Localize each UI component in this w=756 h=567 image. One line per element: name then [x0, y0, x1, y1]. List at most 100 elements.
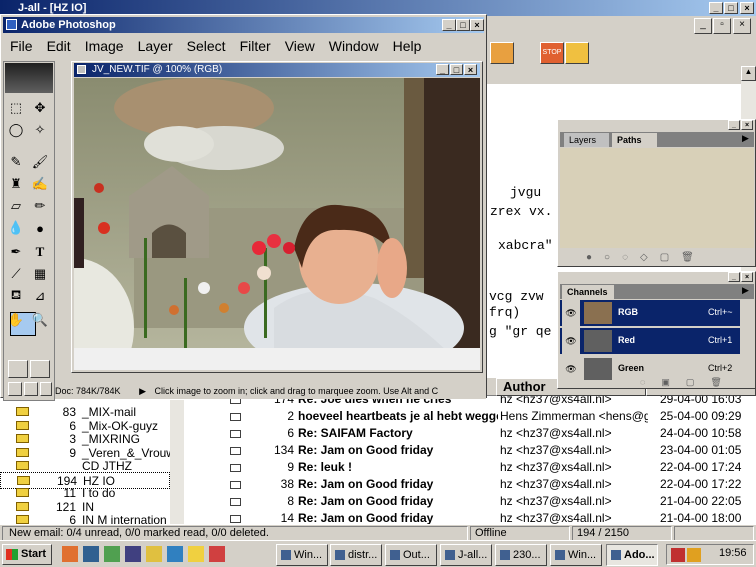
toolbar-tower-icon[interactable] [565, 42, 589, 64]
tab-channels[interactable]: Channels [562, 285, 614, 299]
gradient-tool-icon[interactable]: ▦ [29, 263, 51, 285]
status-offline: Offline [470, 526, 570, 541]
channel-row[interactable]: 👁 RGB Ctrl+~ [560, 300, 740, 326]
menu-item-file[interactable]: File [3, 35, 40, 57]
task-icon [281, 550, 291, 561]
stamp-tool-icon[interactable]: ♜ [5, 173, 27, 195]
standard-mode-button[interactable] [8, 360, 28, 378]
marquee-tool-icon[interactable]: ⬚ [5, 97, 27, 119]
channel-row[interactable]: 👁 Red Ctrl+1 [560, 328, 740, 354]
toolbar-mail-icon[interactable] [490, 42, 514, 64]
menu-item-layer[interactable]: Layer [131, 35, 180, 57]
menu-item-edit[interactable]: Edit [40, 35, 78, 57]
scroll-up-button[interactable]: ▲ [741, 66, 756, 81]
outer-maximize-button[interactable]: □ [724, 2, 738, 14]
quicklaunch-icon[interactable] [146, 546, 162, 562]
eye-icon[interactable]: 👁 [562, 300, 580, 326]
measure-tool-icon[interactable]: ⟋ [5, 263, 27, 285]
type-tool-icon[interactable]: T [29, 241, 51, 263]
start-button[interactable]: Start [2, 544, 52, 565]
folder-scrollbar[interactable] [170, 400, 184, 525]
mail-date: 22-04-00 17:22 [660, 477, 742, 491]
quicklaunch-icon[interactable] [83, 546, 99, 562]
doc-minimize-button[interactable]: _ [436, 64, 449, 75]
layers-panel-minimize-button[interactable]: _ [728, 120, 740, 130]
eyedropper-icon[interactable]: ⊿ [29, 285, 51, 307]
airbrush-icon[interactable]: ✎ [5, 151, 27, 173]
taskbar-button[interactable]: Ado... [606, 544, 658, 566]
windows-logo-icon [6, 549, 18, 560]
pen-tool-icon[interactable]: ✒ [5, 241, 27, 263]
mdi-restore-button[interactable]: ▫ [713, 18, 731, 34]
photo-canvas[interactable] [74, 78, 480, 370]
ps-minimize-button[interactable]: _ [442, 19, 456, 31]
zoom-tool-icon[interactable]: 🔍 [29, 309, 51, 331]
taskbar-button[interactable]: J-all... [440, 544, 492, 566]
layers-panel-titlebar[interactable] [559, 121, 754, 131]
quicklaunch-icon[interactable] [62, 546, 78, 562]
ps-close-button[interactable]: × [470, 19, 484, 31]
quicklaunch-icon[interactable] [104, 546, 120, 562]
menu-item-filter[interactable]: Filter [233, 35, 278, 57]
doc-maximize-button[interactable]: □ [450, 64, 463, 75]
mail-row[interactable]: 9 Re: leuk ! hz <hz37@xs4all.nl> 22-04-00 1… [186, 459, 752, 476]
ps-title-bar[interactable]: Adobe Photoshop [3, 17, 484, 33]
eye-icon[interactable]: 👁 [562, 328, 580, 354]
history-brush-icon[interactable]: ✍ [29, 173, 51, 195]
move-tool-icon[interactable]: ✥ [29, 97, 51, 119]
taskbar-button[interactable]: Win... [550, 544, 602, 566]
blur-tool-icon[interactable]: 💧 [5, 217, 27, 239]
mdi-close-button[interactable]: × [733, 18, 751, 34]
ps-status-arrow-icon[interactable]: ▶ [123, 386, 152, 396]
quicklaunch-icon[interactable] [125, 546, 141, 562]
taskbar-button[interactable]: Out... [385, 544, 437, 566]
menu-item-select[interactable]: Select [180, 35, 233, 57]
menu-item-window[interactable]: Window [322, 35, 386, 57]
full-screen-button[interactable] [24, 382, 38, 396]
paint-bucket-icon[interactable]: ⛾ [5, 285, 27, 307]
tray-icon[interactable] [687, 548, 701, 562]
taskbar-button[interactable]: distr... [330, 544, 382, 566]
eraser-icon[interactable]: ▱ [5, 195, 27, 217]
menu-item-view[interactable]: View [278, 35, 322, 57]
dodge-tool-icon[interactable]: ● [29, 217, 51, 239]
quicklaunch-icon[interactable] [209, 546, 225, 562]
channels-menu-arrow-icon[interactable]: ▶ [742, 285, 749, 296]
outer-minimize-button[interactable]: _ [709, 2, 723, 14]
quicklaunch-icon[interactable] [188, 546, 204, 562]
mail-row[interactable]: 14 Re: Jam on Good friday hz <hz37@xs4all.… [186, 510, 752, 525]
quickmask-mode-button[interactable] [30, 360, 50, 378]
panel-menu-arrow-icon[interactable]: ▶ [742, 133, 749, 144]
mail-row[interactable]: 38 Re: Jam on Good friday hz <hz37@xs4all.… [186, 476, 752, 493]
mail-row[interactable]: 2 hoeveel heartbeats je al hebt wegge Hens… [186, 408, 752, 425]
mail-date: 21-04-00 22:05 [660, 494, 742, 508]
mail-row[interactable]: 134 Re: Jam on Good friday hz <hz37@xs4all… [186, 442, 752, 459]
quicklaunch-icon[interactable] [167, 546, 183, 562]
mdi-minimize-button[interactable]: _ [694, 18, 712, 34]
menu-item-image[interactable]: Image [78, 35, 131, 57]
channels-panel-minimize-button[interactable]: _ [728, 272, 740, 282]
mail-row[interactable]: 6 Re: SAIFAM Factory hz <hz37@xs4all.nl> 24… [186, 425, 752, 442]
lasso-tool-icon[interactable]: ◯ [5, 119, 27, 141]
channels-panel-titlebar[interactable] [559, 273, 754, 283]
mail-row[interactable]: 8 Re: Jam on Good friday hz <hz37@xs4all.n… [186, 493, 752, 510]
paintbrush-icon[interactable]: 🖌 [29, 151, 51, 173]
taskbar-button[interactable]: Win... [276, 544, 328, 566]
full-screen-black-button[interactable] [40, 382, 52, 396]
doc-close-button[interactable]: × [464, 64, 477, 75]
tray-icon[interactable] [671, 548, 685, 562]
tab-paths[interactable]: Paths [612, 133, 657, 147]
taskbar-button[interactable]: 230... [495, 544, 547, 566]
ps-maximize-button[interactable]: □ [456, 19, 470, 31]
screen-mode-button[interactable] [8, 382, 22, 396]
magic-wand-icon[interactable]: ✧ [29, 119, 51, 141]
tab-layers[interactable]: Layers [564, 133, 609, 147]
pencil-icon[interactable]: ✏ [29, 195, 51, 217]
doc-title-bar[interactable]: JV_NEW.TIF @ 100% (RGB) [74, 63, 480, 77]
channels-panel-close-button[interactable]: × [741, 272, 753, 282]
hand-tool-icon[interactable]: ✋ [5, 309, 27, 331]
menu-item-help[interactable]: Help [386, 35, 429, 57]
outer-close-button[interactable]: × [740, 2, 754, 14]
toolbar-stop-icon[interactable]: STOP [540, 42, 564, 64]
layers-panel-close-button[interactable]: × [741, 120, 753, 130]
